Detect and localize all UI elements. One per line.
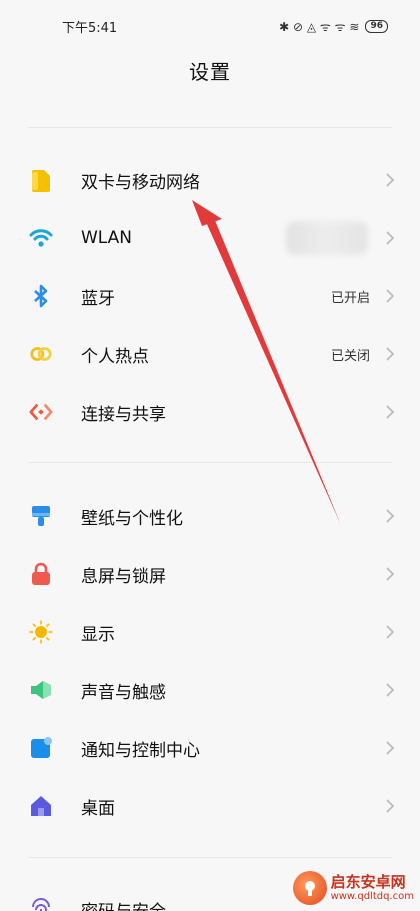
- chevron-right-icon: [386, 799, 395, 813]
- settings-item-desktop[interactable]: 桌面: [0, 777, 420, 835]
- settings-item-notification[interactable]: 通知与控制中心: [0, 719, 420, 777]
- settings-item-label: 显示: [81, 624, 115, 645]
- speaker-icon: [29, 678, 53, 702]
- page-title: 设置: [189, 60, 231, 84]
- divider: [28, 127, 392, 128]
- chevron-right-icon: [386, 567, 395, 581]
- share-icon: [29, 400, 53, 424]
- settings-item-hotspot[interactable]: 个人热点 已关闭: [0, 325, 420, 383]
- wifi-icon: [29, 226, 53, 250]
- settings-item-display[interactable]: 显示: [0, 603, 420, 661]
- watermark-logo-icon: [292, 871, 327, 905]
- chevron-right-icon: [386, 509, 395, 523]
- hotspot-icon: [29, 342, 53, 366]
- settings-item-label: 连接与共享: [81, 404, 166, 425]
- chevron-right-icon: [386, 741, 395, 755]
- chevron-right-icon: [386, 683, 395, 697]
- settings-item-label: 蓝牙: [81, 288, 115, 309]
- watermark: 启东安卓网 www.qdltdq.com: [292, 871, 414, 905]
- bluetooth-icon: [29, 284, 53, 308]
- wlan-network-name-redacted: [286, 221, 368, 255]
- settings-item-label: 个人热点: [81, 346, 149, 367]
- chevron-right-icon: [386, 405, 395, 419]
- chevron-right-icon: [386, 231, 395, 245]
- notification-icon: [29, 736, 53, 760]
- battery-icon: 96: [365, 19, 388, 33]
- divider: [28, 462, 392, 463]
- chevron-right-icon: [386, 347, 395, 361]
- settings-item-label: 壁纸与个性化: [81, 508, 183, 529]
- settings-item-label: 息屏与锁屏: [81, 566, 166, 587]
- chevron-right-icon: [386, 173, 395, 187]
- settings-item-sim[interactable]: 双卡与移动网络: [0, 151, 420, 209]
- status-indicators-icon: ✱ ⊘ ◬ ᯤ ᯤ ≋: [279, 19, 360, 34]
- settings-item-connection[interactable]: 连接与共享: [0, 383, 420, 441]
- settings-item-label: 声音与触感: [81, 682, 166, 703]
- hotspot-status: 已关闭: [330, 348, 370, 364]
- settings-item-label: 通知与控制中心: [81, 740, 200, 761]
- home-icon: [29, 794, 53, 818]
- settings-item-bluetooth[interactable]: 蓝牙 已开启: [0, 267, 420, 325]
- fingerprint-icon: [29, 897, 53, 911]
- settings-item-sound[interactable]: 声音与触感: [0, 661, 420, 719]
- paintbrush-icon: [29, 504, 53, 528]
- status-bar: 下午5:41 ✱ ⊘ ◬ ᯤ ᯤ ≋ 96: [0, 0, 420, 52]
- chevron-right-icon: [386, 289, 395, 303]
- settings-item-wallpaper[interactable]: 壁纸与个性化: [0, 487, 420, 545]
- chevron-right-icon: [386, 625, 395, 639]
- lock-icon: [29, 562, 53, 586]
- settings-item-wlan[interactable]: WLAN: [0, 209, 420, 267]
- bluetooth-status: 已开启: [330, 290, 370, 306]
- watermark-title: 启东安卓网: [330, 873, 406, 892]
- status-time: 下午5:41: [62, 20, 118, 36]
- settings-item-label: 密码与安全: [81, 897, 166, 911]
- watermark-url: www.qdltdq.com: [330, 890, 414, 902]
- settings-item-lockscreen[interactable]: 息屏与锁屏: [0, 545, 420, 603]
- sun-icon: [29, 620, 53, 644]
- sim-card-icon: [29, 168, 53, 192]
- settings-item-label: WLAN: [81, 228, 133, 248]
- divider: [28, 857, 392, 858]
- status-icons: ✱ ⊘ ◬ ᯤ ᯤ ≋ 96: [279, 18, 388, 35]
- settings-item-label: 双卡与移动网络: [81, 172, 200, 193]
- settings-item-label: 桌面: [81, 798, 115, 819]
